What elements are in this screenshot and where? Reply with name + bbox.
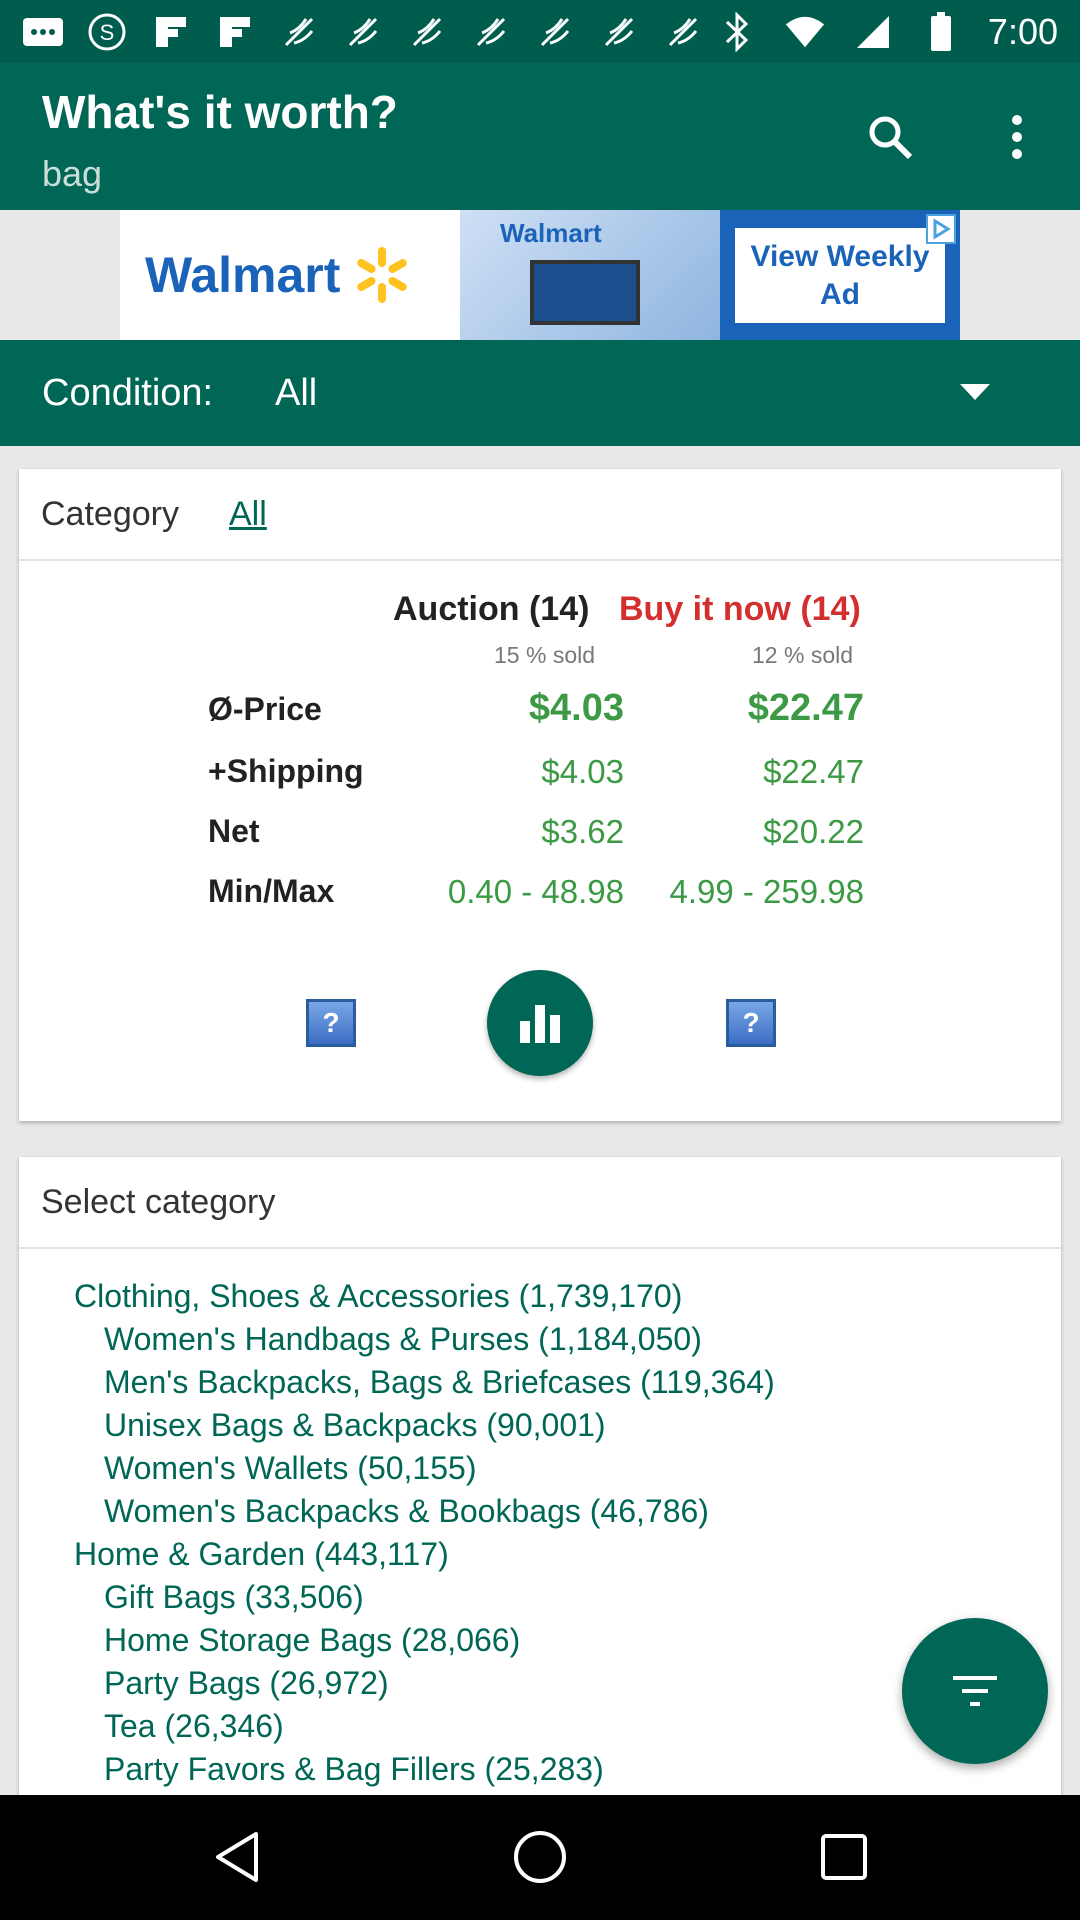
- recents-button[interactable]: [812, 1825, 876, 1889]
- buy-it-now-help-icon[interactable]: ?: [726, 999, 776, 1047]
- buy-it-now-shipping: $22.47: [763, 753, 864, 790]
- view-weekly-ad-button[interactable]: View Weekly Ad: [735, 227, 945, 323]
- subcategory-item[interactable]: Women's Handbags & Purses (1,184,050): [74, 1318, 775, 1361]
- subcategory-item[interactable]: Gift Bags (33,506): [74, 1576, 775, 1619]
- net-label: Net: [208, 813, 260, 849]
- battery-icon: [920, 11, 962, 53]
- category-list: Clothing, Shoes & Accessories (1,739,170…: [74, 1275, 775, 1791]
- subcategory-item[interactable]: Women's Wallets (50,155): [74, 1447, 775, 1490]
- subcategory-item[interactable]: Party Favors & Bag Fillers (25,283): [74, 1748, 775, 1791]
- snapdragon-icon: [470, 11, 512, 53]
- home-icon: [514, 1831, 566, 1883]
- bar-chart-icon: [520, 1005, 560, 1043]
- ad-brand-panel: Walmart: [120, 210, 460, 340]
- select-category-header: Select category: [19, 1157, 1061, 1249]
- search-button[interactable]: [858, 105, 922, 169]
- snapdragon-icon: [598, 11, 640, 53]
- flipboard-icon: [150, 11, 192, 53]
- subcategory-item[interactable]: Party Bags (26,972): [74, 1662, 775, 1705]
- category-header: Category All: [19, 469, 1061, 561]
- ad-image-brand: Walmart: [500, 218, 602, 248]
- buy-it-now-header: Buy it now (14): [619, 590, 861, 628]
- category-label: Category: [41, 495, 179, 533]
- subcategory-item[interactable]: Men's Backpacks, Bags & Briefcases (119,…: [74, 1361, 775, 1404]
- message-icon: [22, 11, 64, 53]
- flipboard-icon: [214, 11, 256, 53]
- navigation-bar: [0, 1795, 1080, 1920]
- ad-banner[interactable]: Walmart Walmart View Weekly Ad: [120, 210, 960, 340]
- auction-header: Auction (14): [393, 590, 590, 628]
- condition-filter[interactable]: Condition: All: [0, 340, 1080, 446]
- signal-icon: [852, 11, 894, 53]
- buy-it-now-avg-price: $22.47: [747, 687, 864, 729]
- ad-image: Walmart: [460, 210, 720, 340]
- buy-it-now-min-max: 4.99 - 259.98: [669, 873, 865, 910]
- subcategory-item[interactable]: Unisex Bags & Backpacks (90,001): [74, 1404, 775, 1447]
- auction-avg-price: $4.03: [528, 687, 624, 729]
- category-link[interactable]: All: [229, 495, 267, 534]
- ad-cta-panel: View Weekly Ad: [720, 210, 960, 340]
- avg-price-label: Ø-Price: [208, 691, 322, 727]
- app-title: What's it worth?: [42, 86, 398, 138]
- wifi-icon: [784, 11, 826, 53]
- snapdragon-icon: [406, 11, 448, 53]
- home-button[interactable]: [508, 1825, 572, 1889]
- condition-value[interactable]: All: [275, 372, 317, 415]
- search-icon: [869, 116, 913, 160]
- buy-it-now-sold-percent: 12 % sold: [752, 642, 854, 668]
- back-button[interactable]: [205, 1825, 269, 1889]
- more-vert-icon: [1012, 115, 1022, 159]
- svg-text:S: S: [100, 20, 115, 45]
- auction-min-max: 0.40 - 48.98: [447, 873, 624, 910]
- filter-fab[interactable]: [902, 1618, 1048, 1764]
- sync-icon: S: [86, 11, 128, 53]
- subcategory-item[interactable]: Women's Backpacks & Bookbags (46,786): [74, 1490, 775, 1533]
- more-options-button[interactable]: [985, 105, 1049, 169]
- auction-net: $3.62: [541, 813, 624, 850]
- search-term: bag: [42, 153, 103, 194]
- subcategory-item[interactable]: Home Storage Bags (28,066): [74, 1619, 775, 1662]
- chart-button[interactable]: [487, 970, 593, 1076]
- system-icons: 7:00: [716, 11, 1080, 53]
- auction-sold-percent: 15 % sold: [494, 642, 596, 668]
- category-item[interactable]: Clothing, Shoes & Accessories (1,739,170…: [74, 1275, 775, 1318]
- notification-icons: S: [0, 11, 704, 53]
- snapdragon-icon: [278, 11, 320, 53]
- filter-icon: [953, 1676, 997, 1706]
- app-bar: What's it worth? bag: [0, 63, 1080, 210]
- auction-shipping: $4.03: [541, 753, 624, 790]
- subcategory-item[interactable]: Tea (26,346): [74, 1705, 775, 1748]
- snapdragon-icon: [662, 11, 704, 53]
- shipping-label: +Shipping: [208, 753, 364, 789]
- walmart-spark-icon: [357, 247, 408, 303]
- auction-help-icon[interactable]: ?: [306, 999, 356, 1047]
- snapdragon-icon: [342, 11, 384, 53]
- buy-it-now-net: $20.22: [763, 813, 864, 850]
- dropdown-arrow-icon[interactable]: [960, 384, 990, 400]
- tv-image: [530, 260, 640, 325]
- condition-label: Condition:: [42, 372, 214, 414]
- select-category-title: Select category: [41, 1183, 276, 1221]
- ad-choices-icon[interactable]: [926, 214, 956, 244]
- ad-brand: Walmart: [145, 247, 341, 303]
- snapdragon-icon: [534, 11, 576, 53]
- status-time: 7:00: [987, 10, 1058, 52]
- status-bar: S 7:00: [0, 0, 1080, 63]
- min-max-label: Min/Max: [208, 873, 335, 909]
- category-item[interactable]: Home & Garden (443,117): [74, 1533, 775, 1576]
- recents-icon: [821, 1834, 867, 1880]
- bluetooth-icon: [716, 11, 758, 53]
- back-icon: [216, 1832, 258, 1882]
